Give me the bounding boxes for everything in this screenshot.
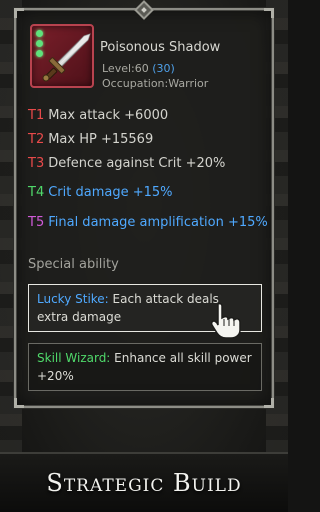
item-occupation: Occupation:Warrior: [102, 77, 209, 90]
panel-corner: [264, 8, 274, 18]
ability-skill-wizard[interactable]: Skill Wizard: Enhance all skill power +2…: [28, 343, 262, 391]
title-banner: Strategic Build: [0, 452, 288, 512]
item-detail-panel: Poisonous Shadow Level:60 (30) Occupatio…: [14, 0, 274, 408]
item-level-bonus: (30): [152, 62, 175, 75]
panel-ornament-icon: [134, 0, 154, 20]
ability-name: Lucky Stike:: [37, 292, 109, 306]
gem-icon: [36, 50, 43, 57]
item-icon-slot[interactable]: [30, 24, 94, 88]
stat-row: T3 Defence against Crit +20%: [28, 156, 225, 171]
stat-text: Final damage amplification +15%: [48, 215, 268, 230]
stat-tier: T1: [28, 108, 45, 123]
banner-title: Strategic Build: [46, 469, 242, 497]
panel-corner: [264, 398, 274, 408]
stat-text: Max HP +15569: [48, 132, 154, 147]
stat-tier: T3: [28, 156, 45, 171]
stat-text: Defence against Crit +20%: [48, 156, 226, 171]
gem-icon: [36, 40, 43, 47]
stat-row: T4 Crit damage +15%: [28, 185, 173, 200]
item-level-text: Level:60: [102, 62, 153, 75]
stat-row: T2 Max HP +15569: [28, 132, 153, 147]
stat-tier: T4: [28, 185, 45, 200]
gem-icon: [36, 30, 43, 37]
panel-corner: [14, 8, 24, 18]
pointing-hand-icon: [210, 302, 241, 339]
item-level: Level:60 (30): [102, 62, 175, 75]
stat-text: Crit damage +15%: [48, 185, 173, 200]
item-name: Poisonous Shadow: [100, 40, 221, 55]
game-screen: Poisonous Shadow Level:60 (30) Occupatio…: [0, 0, 288, 512]
special-ability-heading: Special ability: [28, 257, 119, 272]
stat-row: T1 Max attack +6000: [28, 108, 168, 123]
sword-icon: [42, 33, 91, 82]
stat-text: Max attack +6000: [48, 108, 169, 123]
stat-tier: T2: [28, 132, 45, 147]
stat-row: T5 Final damage amplification +15%: [28, 215, 268, 230]
ability-name: Skill Wizard:: [37, 351, 111, 365]
panel-corner: [14, 398, 24, 408]
gem-slots: [36, 30, 43, 57]
stat-tier: T5: [28, 215, 45, 230]
